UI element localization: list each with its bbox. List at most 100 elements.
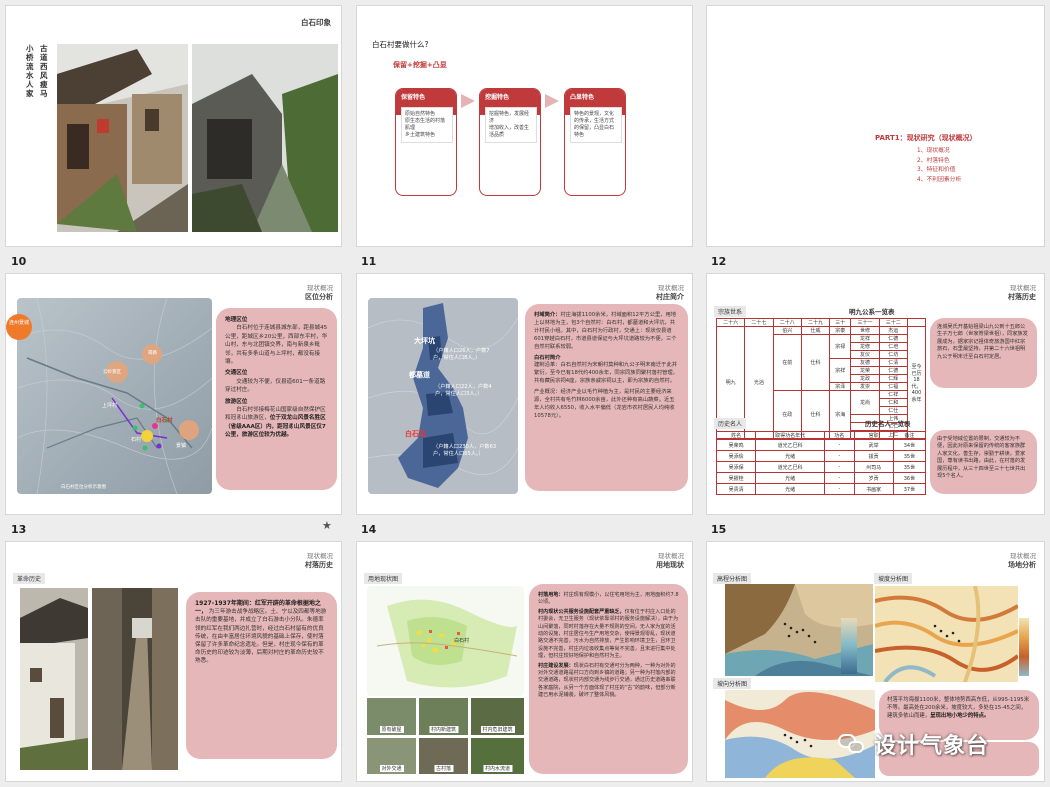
slide-what-to-do[interactable]: 白石村要做什么? 保留+挖掘+凸显 保留特色 原始自然特色 原生态生活的村落肌理… bbox=[356, 5, 693, 247]
land-use-map bbox=[367, 586, 524, 696]
section-label: 高程分析图 bbox=[713, 573, 752, 584]
slide-location-analysis[interactable]: 现状概况 区位分析 连州景城 萌路 云岭景区 上坪村 白石村 石村 景镇 白石村区 bbox=[5, 273, 342, 515]
slogan-text: 保留+挖掘+凸显 bbox=[393, 61, 447, 69]
revolution-text-box: 1927-1937年期间：红军开辟的革命根据地之一， 为三年游击战争战略区。土、… bbox=[186, 592, 337, 759]
slide-village-intro[interactable]: 现状概况 村庄简介 大坪坑 （户籍人口26人，户数7户，常住人口8人。） 都墓道 … bbox=[356, 273, 693, 515]
map-place-label: 景镇 bbox=[176, 443, 187, 449]
table-title: 历史名人一览表 bbox=[865, 420, 911, 428]
section-label: 宗族世系 bbox=[714, 306, 747, 317]
slide-revolution-history[interactable]: 现状概况 村落历史 革命历史 1927-1937年期间：红军开辟的革命根据地之一，… bbox=[5, 541, 342, 782]
slide-title: 白石印象 bbox=[301, 18, 331, 27]
slope-legend bbox=[1019, 618, 1029, 676]
question-text: 白石村要做什么? bbox=[372, 40, 429, 49]
part-item: 3、特征和价值 bbox=[917, 167, 956, 173]
table-cell: 光绪 bbox=[755, 450, 826, 462]
table-cell: 吴擢桂 bbox=[715, 472, 757, 484]
section-label: 用地现状图 bbox=[364, 573, 403, 584]
part-item: 2、村落特色 bbox=[917, 157, 950, 164]
star-icon[interactable]: ★ bbox=[322, 519, 332, 532]
stream-photo bbox=[192, 44, 338, 232]
village-house-photo bbox=[57, 44, 188, 232]
watermark-text: 设计气象台 bbox=[874, 734, 990, 759]
map-place-label: 上坪村 bbox=[102, 403, 118, 409]
table-cell: 道光乙巳科 bbox=[755, 439, 826, 451]
slide-number: 12 bbox=[711, 255, 727, 268]
village-text-box: 村域简介：村庄海拔1100余米，村域面积12平方公里，用地上以林地为主，包3个自… bbox=[525, 304, 688, 491]
table-cell: 武举 bbox=[853, 439, 894, 451]
table-cell: 35世 bbox=[892, 450, 927, 462]
table-row: 吴擢桂 光绪 - 岁贡 36世 bbox=[715, 472, 927, 484]
place-info: （户籍人口22人，户数4户，常住人口3人。） bbox=[435, 384, 492, 397]
slide-number: 11 bbox=[361, 255, 377, 268]
strategy-card-1: 保留特色 原始自然特色 原生态生活的村落肌理 乡土建筑特色 bbox=[395, 88, 457, 196]
part-title: PART1：现状研究（现状概况） bbox=[875, 134, 977, 142]
slide-land-use[interactable]: 现状概况 用地现状 用地现状图 白石村 原有破屋 村内新建筑 村内危旧建筑 对外交… bbox=[356, 541, 693, 782]
arrow-icon bbox=[461, 94, 475, 108]
map-node bbox=[141, 430, 153, 442]
section-label: 历史名人 bbox=[714, 418, 747, 429]
place-name: 都墓道 bbox=[409, 371, 430, 379]
map-node bbox=[132, 425, 138, 431]
table-cell: 州司马 bbox=[853, 461, 894, 473]
part-item: 1、现状概况 bbox=[917, 148, 950, 154]
site-photo-3: 村内危旧建筑 bbox=[471, 698, 524, 735]
slide-tag: 现状概况 村庄简介 bbox=[656, 284, 684, 301]
card-body: 特色的景观，文化的传承，生活方式的保留，凸显白石特色 bbox=[570, 107, 622, 143]
card-body: 原始自然特色 原生态生活的村落肌理 乡土建筑特色 bbox=[401, 107, 453, 143]
site-photo-6: 村内水流道 bbox=[471, 738, 524, 774]
map-label-left: 连州景城 bbox=[6, 314, 32, 340]
map-place-label: 云岭景区 bbox=[103, 370, 121, 375]
strategy-card-3: 凸显特色 特色的景观，文化的传承，生活方式的保留，凸显白石特色 bbox=[564, 88, 626, 196]
table-cell: 37世 bbox=[892, 483, 927, 495]
table-cell: 光绪 bbox=[755, 483, 826, 495]
place-info: （户籍人口26人，户数7户，常住人口8人。） bbox=[433, 348, 490, 361]
table-header-cell: 官职 bbox=[853, 431, 894, 440]
part-items: 1、现状概况 2、村落特色 3、特征和价值 4、不利因素分析 bbox=[917, 147, 961, 185]
site-photo-4: 对外交通 bbox=[367, 738, 416, 774]
table-cell: 吴添保 bbox=[715, 461, 757, 473]
section-label: 革命历史 bbox=[13, 573, 46, 584]
slide-baishi-impression[interactable]: 白石印象 小桥流水人家 古道西风瘦马 bbox=[5, 5, 342, 247]
table-cell: 吴添侩 bbox=[715, 450, 757, 462]
table-cell: 书画家 bbox=[853, 483, 894, 495]
section-label: 坡度分析图 bbox=[874, 573, 913, 584]
table-cell: 35世 bbox=[892, 461, 927, 473]
famous-people-table: 姓名 取得功名年代 功名 官职 备注 吴荣鸣 道光乙巳科 - 武举 34世 吴添侩 光绪 - 拔贡 35世… bbox=[715, 431, 927, 495]
part-item: 4、不利因素分析 bbox=[917, 176, 962, 183]
famous-people-text-box: 由于受地域位置的限制，交通较为不便，因此对原来保留的传统的客家族群人家文化，善生… bbox=[930, 430, 1037, 494]
table-cell: 道光乙巳科 bbox=[755, 461, 826, 473]
genealogy-text-box: 连城吴氏开基始祖梁山九公到十五郎公生子万七郎（世家脊梁世祖），同家族发展成为，据… bbox=[930, 318, 1037, 388]
slide-tag: 现状概况 用地现状 bbox=[656, 552, 684, 569]
location-map bbox=[17, 298, 212, 494]
place-name: 白石坑 bbox=[405, 430, 426, 438]
map-center-label: 白石村 bbox=[454, 638, 470, 644]
site-photo-1: 原有破屋 bbox=[367, 698, 416, 735]
section-label: 坡向分析图 bbox=[713, 678, 752, 689]
slide-part1[interactable]: PART1：现状研究（现状概况） 1、现状概况 2、村落特色 3、特征和价值 4… bbox=[706, 5, 1045, 247]
location-text-box: 地理区位 白石村位于连城县城东部，距县城45公里，距城区乡20公里，西部东平村，… bbox=[216, 308, 337, 490]
table-cell: - bbox=[824, 439, 855, 451]
map-place-label: 萌路 bbox=[148, 351, 157, 356]
table-cell: 岁贡 bbox=[853, 472, 894, 484]
site-photo-2: 村内新建筑 bbox=[419, 698, 468, 735]
slide-number: 10 bbox=[11, 255, 27, 268]
table-cell: - bbox=[824, 472, 855, 484]
lane-photo bbox=[92, 588, 178, 770]
table-header-cell: 取得功名年代 bbox=[755, 431, 826, 440]
poem-line-2: 古道西风瘦马 bbox=[40, 44, 48, 98]
map-node bbox=[179, 420, 199, 440]
old-building-photo bbox=[20, 588, 88, 770]
place-info: （户籍人口230人，户数63户，常住人口65人。） bbox=[433, 444, 497, 457]
table-row: 吴荣鸣 道光乙巳科 - 武举 34世 bbox=[715, 439, 927, 451]
slope-map bbox=[875, 586, 1018, 682]
table-cell: 34世 bbox=[892, 439, 927, 451]
slide-tag: 现状概况 场地分析 bbox=[1008, 552, 1036, 569]
table-cell: 吴贵清 bbox=[715, 483, 757, 495]
slide-village-history[interactable]: 现状概况 村落历史 宗族世系 明九公系一览表 二十六 二十七 二十八 二十九 三十 三十一三… bbox=[706, 273, 1045, 515]
wechat-icon bbox=[838, 732, 868, 756]
site-photo-5: 古村落 bbox=[419, 738, 468, 774]
table-cell: - bbox=[824, 461, 855, 473]
map-place-label: 石村 bbox=[131, 437, 142, 443]
table-cell: 36世 bbox=[892, 472, 927, 484]
table-header-cell: 姓名 bbox=[715, 431, 757, 440]
